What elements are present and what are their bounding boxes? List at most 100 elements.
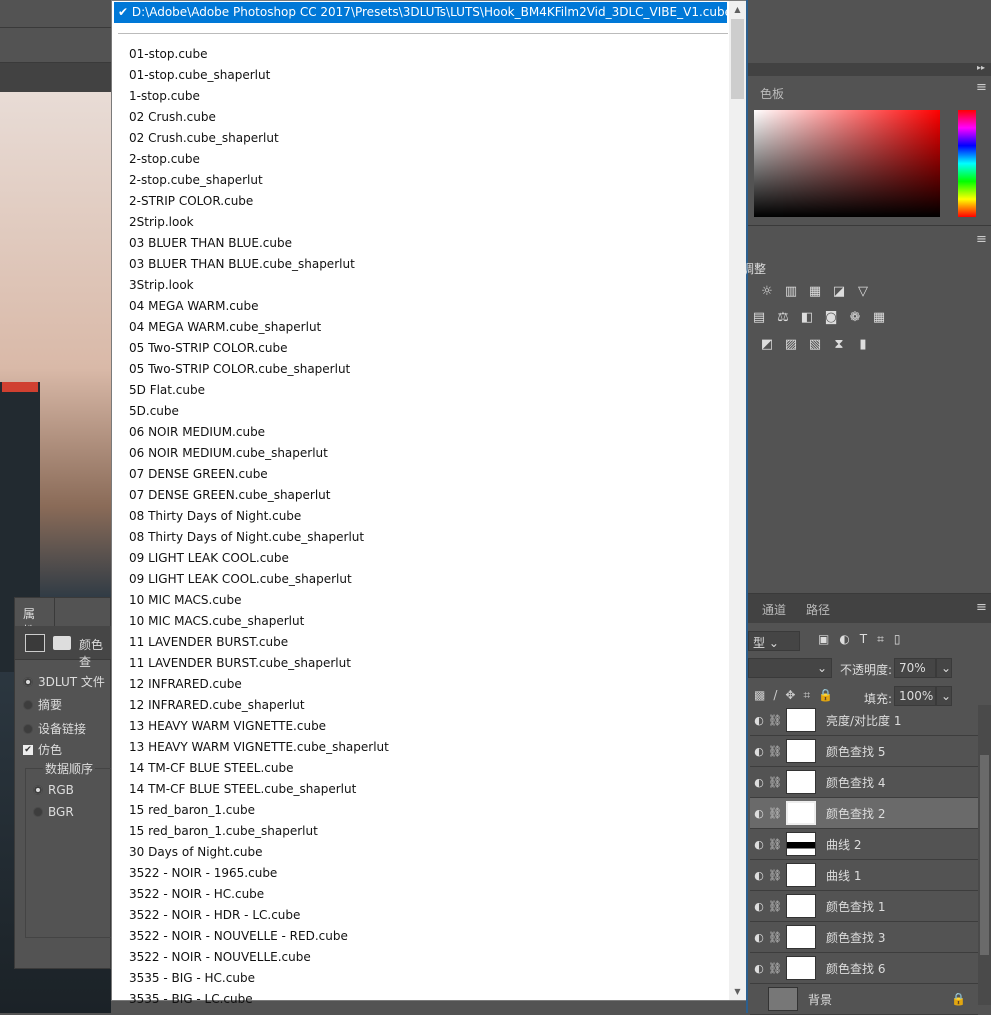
dither-checkbox[interactable]: ✔ 仿色 [23,741,62,758]
panel-menu-icon[interactable]: ≡ [976,232,987,247]
radio-bgr[interactable]: BGR [33,805,74,819]
selected-lut-option[interactable]: ✔ D:\Adobe\Adobe Photoshop CC 2017\Prese… [114,2,732,23]
kind-filter-select[interactable]: 型 ⌄ [748,631,800,651]
lut-option[interactable]: 09 LIGHT LEAK COOL.cube [129,548,729,569]
lock-icons[interactable]: ▩/✥⌗🔒 [754,688,841,703]
invert-icon[interactable]: ◩ [758,337,776,353]
layer-row-background[interactable]: 背景 🔒 [750,984,978,1015]
levels-icon[interactable]: ▥ [782,284,800,300]
lut-option[interactable]: 3522 - NOIR - NOUVELLE - RED.cube [129,926,729,947]
lut-option[interactable]: 11 LAVENDER BURST.cube_shaperlut [129,653,729,674]
gradient-map-icon[interactable]: ▮ [854,337,872,353]
layer-row-selected[interactable]: ◐ ⛓ 颜色查找 2 [750,798,978,829]
layer-row[interactable]: ◐ ⛓ 颜色查找 1 [750,891,978,922]
lut-option[interactable]: 02 Crush.cube_shaperlut [129,128,729,149]
lut-option[interactable]: 03 BLUER THAN BLUE.cube_shaperlut [129,254,729,275]
lut-option[interactable]: 14 TM-CF BLUE STEEL.cube_shaperlut [129,779,729,800]
lut-option[interactable]: 3522 - NOIR - HC.cube [129,884,729,905]
black-white-icon[interactable]: ◧ [798,310,816,326]
panel-menu-icon[interactable]: ≡ [976,80,987,95]
tab-paths[interactable]: 路径 [796,594,840,625]
lut-option[interactable]: 10 MIC MACS.cube_shaperlut [129,611,729,632]
tab-channels[interactable]: 通道 [752,594,796,625]
hue-slider[interactable] [958,110,976,217]
curves-icon[interactable]: ▦ [806,284,824,300]
lut-option[interactable]: 13 HEAVY WARM VIGNETTE.cube [129,716,729,737]
brightness-icon[interactable]: ☼ [758,284,776,300]
layers-scrollbar[interactable] [978,705,991,1005]
lut-option[interactable]: 07 DENSE GREEN.cube [129,464,729,485]
lut-option[interactable]: 09 LIGHT LEAK COOL.cube_shaperlut [129,569,729,590]
lut-option[interactable]: 04 MEGA WARM.cube [129,296,729,317]
lut-option[interactable]: 02 Crush.cube [129,107,729,128]
lut-option[interactable]: 13 HEAVY WARM VIGNETTE.cube_shaperlut [129,737,729,758]
layer-row[interactable]: ◐ ⛓ 曲线 1 [750,860,978,891]
hue-saturation-icon[interactable]: ▤ [750,310,768,326]
lut-option[interactable]: 14 TM-CF BLUE STEEL.cube [129,758,729,779]
layer-row[interactable]: ◐ ⛓ 颜色查找 3 [750,922,978,953]
lut-option[interactable]: 07 DENSE GREEN.cube_shaperlut [129,485,729,506]
lut-option[interactable]: 3522 - NOIR - NOUVELLE.cube [129,947,729,968]
scroll-up-icon[interactable]: ▲ [729,1,746,18]
lut-option[interactable]: 01-stop.cube_shaperlut [129,65,729,86]
lut-option[interactable]: 30 Days of Night.cube [129,842,729,863]
lut-option[interactable]: 08 Thirty Days of Night.cube [129,506,729,527]
lut-option[interactable]: 06 NOIR MEDIUM.cube [129,422,729,443]
radio-device-link[interactable]: 设备链接 [23,720,86,737]
layer-row[interactable]: ◐ ⛓ 颜色查找 6 [750,953,978,984]
layer-row[interactable]: ◐ ⛓ 颜色查找 5 [750,736,978,767]
mask-icon[interactable] [53,636,71,650]
lut-option[interactable]: 04 MEGA WARM.cube_shaperlut [129,317,729,338]
vibrance-icon[interactable]: ▽ [854,284,872,300]
opacity-dropdown[interactable]: ⌄ [936,658,952,678]
lut-option[interactable]: 12 INFRARED.cube [129,674,729,695]
scrollbar-thumb[interactable] [731,19,744,99]
lut-option[interactable]: 05 Two-STRIP COLOR.cube [129,338,729,359]
lut-option[interactable]: 01-stop.cube [129,44,729,65]
lut-option[interactable]: 15 red_baron_1.cube [129,800,729,821]
color-field[interactable] [754,110,940,217]
layer-row[interactable]: ◐ ⛓ 亮度/对比度 1 [750,705,978,736]
lut-option[interactable]: 5D.cube [129,401,729,422]
photo-filter-icon[interactable]: ◙ [822,310,840,326]
lut-option[interactable]: 15 red_baron_1.cube_shaperlut [129,821,729,842]
threshold-icon[interactable]: ▧ [806,337,824,353]
color-lookup-icon[interactable]: ▦ [870,310,888,326]
dropdown-scrollbar[interactable]: ▲ ▼ [729,1,746,1000]
scroll-down-icon[interactable]: ▼ [729,983,746,1000]
blend-mode-select[interactable]: ⌄ [748,658,832,678]
opacity-input[interactable]: 70% [894,658,936,678]
lut-option[interactable]: 03 BLUER THAN BLUE.cube [129,233,729,254]
panel-menu-icon[interactable]: ≡ [976,600,987,615]
posterize-icon[interactable]: ▨ [782,337,800,353]
tab-swatches[interactable]: 色板 [750,78,794,109]
radio-abstract[interactable]: 摘要 [23,696,62,713]
grid-icon[interactable] [25,634,45,652]
lut-option[interactable]: 3535 - BIG - HC.cube [129,968,729,989]
lut-option[interactable]: 11 LAVENDER BURST.cube [129,632,729,653]
layer-row[interactable]: ◐ ⛓ 曲线 2 [750,829,978,860]
radio-rgb[interactable]: RGB [33,783,74,797]
lut-option[interactable]: 12 INFRARED.cube_shaperlut [129,695,729,716]
fill-dropdown[interactable]: ⌄ [936,686,952,706]
fill-input[interactable]: 100% [894,686,936,706]
lut-option[interactable]: 3522 - NOIR - HDR - LC.cube [129,905,729,926]
lut-option[interactable]: 2-STRIP COLOR.cube [129,191,729,212]
lut-option[interactable]: 3522 - NOIR - 1965.cube [129,863,729,884]
lut-option[interactable]: 2-stop.cube_shaperlut [129,170,729,191]
radio-3dlut[interactable]: 3DLUT 文件 [23,673,105,690]
channel-mixer-icon[interactable]: ❁ [846,310,864,326]
filter-icons[interactable]: ▣◐T⌗▯ [818,632,911,647]
lut-option[interactable]: 2-stop.cube [129,149,729,170]
tab-properties[interactable]: 属性 [15,598,55,638]
collapse-icon[interactable]: ▸▸ [748,63,991,76]
lut-option[interactable]: 05 Two-STRIP COLOR.cube_shaperlut [129,359,729,380]
lut-option[interactable]: 3Strip.look [129,275,729,296]
lut-option[interactable]: 5D Flat.cube [129,380,729,401]
selective-color-icon[interactable]: ⧗ [830,337,848,353]
lut-option[interactable]: 10 MIC MACS.cube [129,590,729,611]
lut-option[interactable]: 08 Thirty Days of Night.cube_shaperlut [129,527,729,548]
exposure-icon[interactable]: ◪ [830,284,848,300]
lut-option[interactable]: 06 NOIR MEDIUM.cube_shaperlut [129,443,729,464]
layer-row[interactable]: ◐ ⛓ 颜色查找 4 [750,767,978,798]
